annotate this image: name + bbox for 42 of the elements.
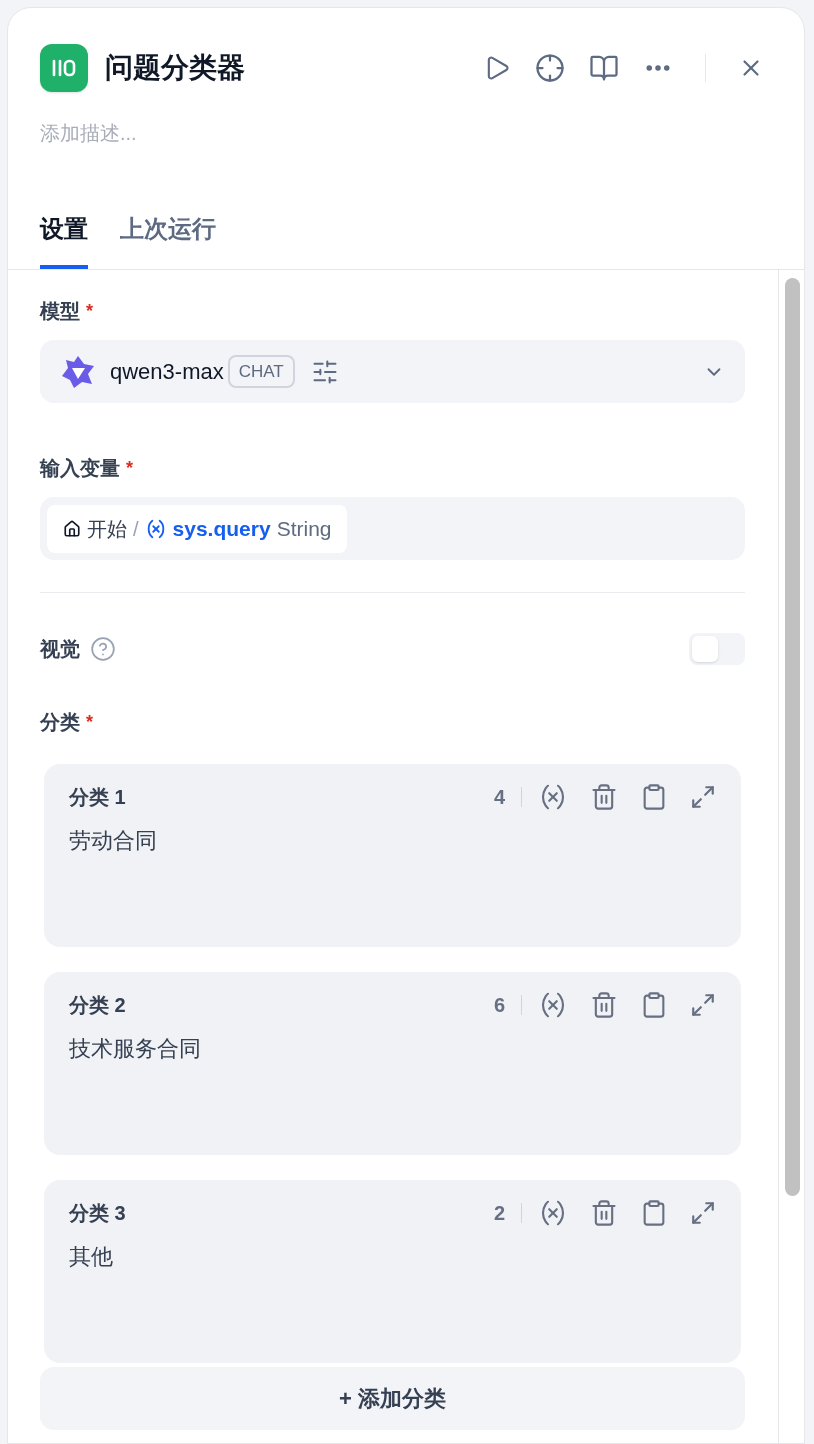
- expand-icon[interactable]: [690, 1200, 716, 1226]
- class-title: 分类 3: [69, 1201, 126, 1226]
- help-icon[interactable]: [90, 636, 116, 662]
- variable-field[interactable]: 开始 / sys.query String: [40, 497, 745, 560]
- required-mark: *: [86, 299, 93, 323]
- delete-icon[interactable]: [590, 1199, 618, 1227]
- vision-toggle[interactable]: [689, 633, 745, 665]
- token-count: 4: [493, 785, 505, 810]
- node-title: 问题分类器: [105, 51, 245, 85]
- required-mark: *: [86, 710, 93, 734]
- model-name: qwen3-max: [110, 358, 224, 386]
- field-label: 视觉: [40, 637, 80, 662]
- add-class-button[interactable]: + 添加分类: [40, 1367, 745, 1430]
- class-text[interactable]: 其他: [69, 1240, 716, 1273]
- node-name: 开始: [87, 516, 127, 542]
- class-title: 分类 2: [69, 993, 126, 1018]
- field-label: 分类: [40, 710, 80, 735]
- expand-icon[interactable]: [690, 784, 716, 810]
- field-label: 输入变量: [40, 456, 120, 481]
- tab[interactable]: 设置: [40, 211, 88, 269]
- delete-icon[interactable]: [590, 991, 618, 1019]
- scrollbar-thumb[interactable]: [785, 278, 800, 1196]
- description-field[interactable]: 添加描述...: [40, 118, 772, 148]
- class-title: 分类 1: [69, 785, 126, 810]
- field-label: 模型: [40, 299, 80, 324]
- required-mark: *: [126, 456, 133, 480]
- mode-tag: CHAT: [227, 354, 295, 389]
- class-text[interactable]: 劳动合同: [69, 824, 716, 857]
- delete-icon[interactable]: [590, 783, 618, 811]
- token-count: 6: [493, 993, 505, 1018]
- home-icon: [63, 519, 81, 538]
- book-icon[interactable]: [589, 53, 619, 83]
- crosshair-icon[interactable]: [535, 53, 565, 83]
- variable-name: sys.query: [172, 515, 271, 542]
- variable-type: String: [276, 515, 332, 542]
- app-icon: [40, 44, 88, 92]
- token-count: 2: [493, 1201, 505, 1226]
- model-select[interactable]: qwen3-max CHAT: [40, 340, 745, 403]
- separator: /: [133, 516, 139, 542]
- class-text[interactable]: 技术服务合同: [69, 1032, 716, 1065]
- tab[interactable]: 上次运行: [120, 211, 216, 269]
- expand-icon[interactable]: [690, 992, 716, 1018]
